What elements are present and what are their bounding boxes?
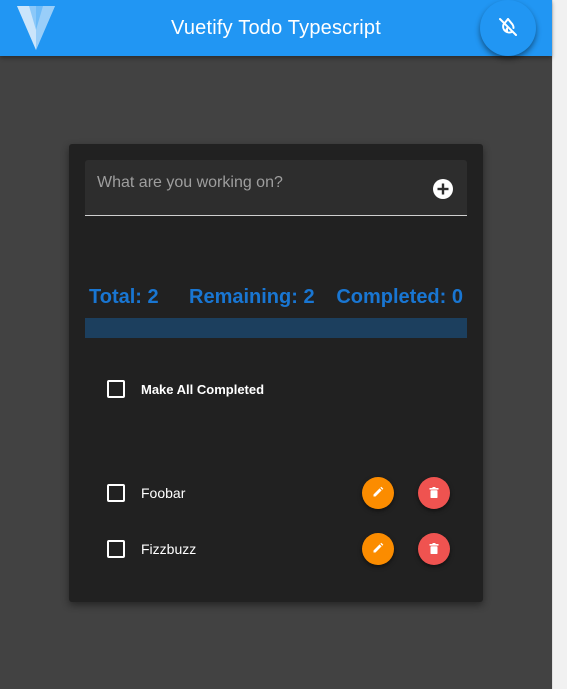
pencil-icon <box>372 486 384 501</box>
remaining-count: Remaining: 2 <box>189 286 315 308</box>
pencil-icon <box>372 542 384 557</box>
delete-todo-button[interactable] <box>418 533 450 565</box>
completion-progress-bar <box>85 318 467 338</box>
edit-todo-button[interactable] <box>362 477 394 509</box>
todo-item: Foobar <box>107 477 453 509</box>
make-all-completed-checkbox[interactable] <box>107 380 125 398</box>
todo-checkbox[interactable] <box>107 484 125 502</box>
todo-item: Fizzbuzz <box>107 533 453 565</box>
todo-text: Fizzbuzz <box>141 541 197 557</box>
add-todo-button[interactable] <box>432 178 454 203</box>
theme-toggle-button[interactable] <box>480 0 536 56</box>
todo-card: Total: 2 Remaining: 2 Completed: 0 Make … <box>69 144 483 602</box>
todo-text: Foobar <box>141 485 186 501</box>
trash-icon <box>429 486 439 501</box>
page-scrollbar[interactable] <box>552 0 567 689</box>
app-bar: Vuetify Todo Typescript <box>0 0 552 56</box>
todo-input[interactable] <box>97 170 417 196</box>
todo-stats: Total: 2 Remaining: 2 Completed: 0 <box>85 286 467 310</box>
todo-checkbox[interactable] <box>107 540 125 558</box>
make-all-completed-label: Make All Completed <box>141 382 265 397</box>
delete-todo-button[interactable] <box>418 477 450 509</box>
app-title: Vuetify Todo Typescript <box>171 17 381 39</box>
edit-todo-button[interactable] <box>362 533 394 565</box>
trash-icon <box>429 542 439 557</box>
todo-input-field[interactable] <box>85 160 467 216</box>
plus-circle-icon <box>432 178 454 203</box>
total-count: Total: 2 <box>89 286 159 308</box>
invert-colors-off-icon <box>496 15 520 42</box>
completed-count: Completed: 0 <box>336 286 463 308</box>
